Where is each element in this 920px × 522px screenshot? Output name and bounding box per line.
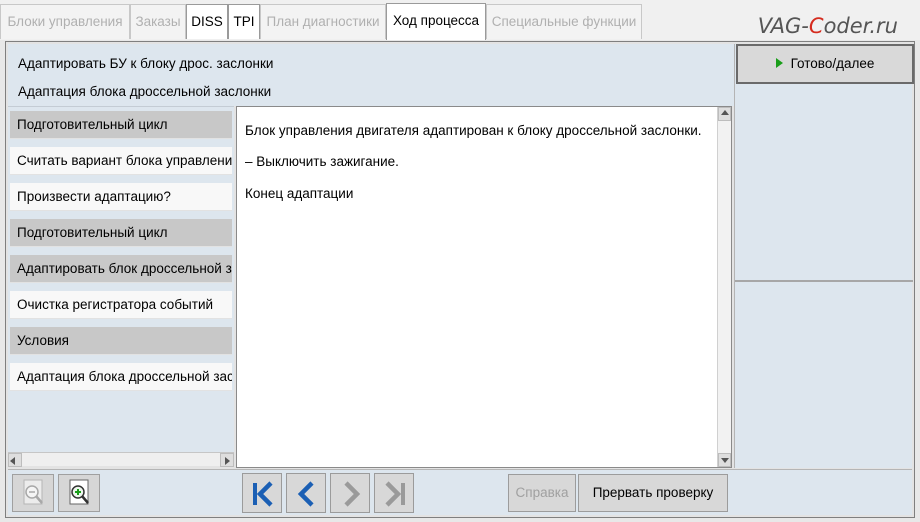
zoom-out-icon bbox=[23, 479, 43, 505]
tab-diagnostic-plan[interactable]: План диагностики bbox=[260, 4, 386, 39]
steps-horizontal-scrollbar[interactable] bbox=[8, 452, 234, 467]
chevron-left-icon bbox=[297, 481, 314, 507]
scroll-up-arrow[interactable] bbox=[718, 107, 731, 121]
skip-to-first-icon bbox=[253, 481, 273, 507]
tab-diss[interactable]: DISS bbox=[186, 4, 228, 39]
step-item[interactable]: Подготовительный цикл bbox=[10, 111, 232, 139]
process-frame: Адаптировать БУ к блоку дрос. заслонки А… bbox=[5, 41, 915, 518]
step-item[interactable]: Подготовительный цикл bbox=[10, 219, 232, 247]
abort-check-button[interactable]: Прервать проверку bbox=[578, 474, 728, 512]
tab-process[interactable]: Ход процесса bbox=[386, 3, 486, 40]
message-vertical-scrollbar[interactable] bbox=[717, 107, 731, 467]
procedure-header: Адаптировать БУ к блоку дрос. заслонки А… bbox=[8, 44, 734, 106]
scroll-down-arrow[interactable] bbox=[718, 453, 731, 467]
procedure-subtitle: Адаптация блока дроссельной заслонки bbox=[18, 84, 272, 99]
zoom-in-button[interactable] bbox=[58, 474, 100, 512]
first-step-button[interactable] bbox=[242, 473, 282, 513]
steps-list: Подготовительный цикл Считать вариант бл… bbox=[8, 106, 234, 466]
help-button[interactable]: Справка bbox=[508, 474, 576, 512]
message-line: – Выключить зажигание. bbox=[245, 154, 399, 169]
tab-bar: Блоки управления Заказы DISS TPI План ди… bbox=[0, 0, 920, 40]
play-icon bbox=[775, 58, 783, 68]
message-line: Конец адаптации bbox=[245, 186, 354, 201]
column-divider bbox=[735, 280, 913, 282]
scroll-right-arrow[interactable] bbox=[220, 453, 234, 467]
action-column: Готово/далее bbox=[734, 44, 914, 468]
last-step-button[interactable] bbox=[374, 473, 414, 513]
watermark-logo: VAG-Coder.ru bbox=[757, 14, 898, 38]
zoom-in-icon bbox=[69, 479, 89, 505]
tab-tpi[interactable]: TPI bbox=[228, 4, 260, 39]
procedure-title: Адаптировать БУ к блоку дрос. заслонки bbox=[18, 56, 274, 71]
step-item[interactable]: Произвести адаптацию? bbox=[10, 183, 232, 211]
done-next-button[interactable]: Готово/далее bbox=[736, 44, 914, 84]
step-item[interactable]: Условия bbox=[10, 327, 232, 355]
tab-control-units[interactable]: Блоки управления bbox=[0, 4, 130, 39]
message-panel: Блок управления двигателя адаптирован к … bbox=[236, 106, 732, 468]
scroll-left-arrow[interactable] bbox=[8, 453, 22, 467]
step-item[interactable]: Считать вариант блока управления bbox=[10, 147, 232, 175]
step-item[interactable]: Адаптировать блок дроссельной заслонки bbox=[10, 255, 232, 283]
next-step-button[interactable] bbox=[330, 473, 370, 513]
step-item[interactable]: Очистка регистратора событий bbox=[10, 291, 232, 319]
step-item[interactable]: Адаптация блока дроссельной заслонки bbox=[10, 363, 232, 391]
chevron-right-icon bbox=[344, 481, 361, 507]
tab-orders[interactable]: Заказы bbox=[130, 4, 186, 39]
skip-to-last-icon bbox=[385, 481, 405, 507]
tab-special-functions[interactable]: Специальные функции bbox=[486, 4, 642, 39]
previous-step-button[interactable] bbox=[286, 473, 326, 513]
bottom-toolbar: Справка Прервать проверку bbox=[8, 469, 912, 515]
zoom-out-button[interactable] bbox=[12, 474, 54, 512]
message-line: Блок управления двигателя адаптирован к … bbox=[245, 123, 702, 138]
